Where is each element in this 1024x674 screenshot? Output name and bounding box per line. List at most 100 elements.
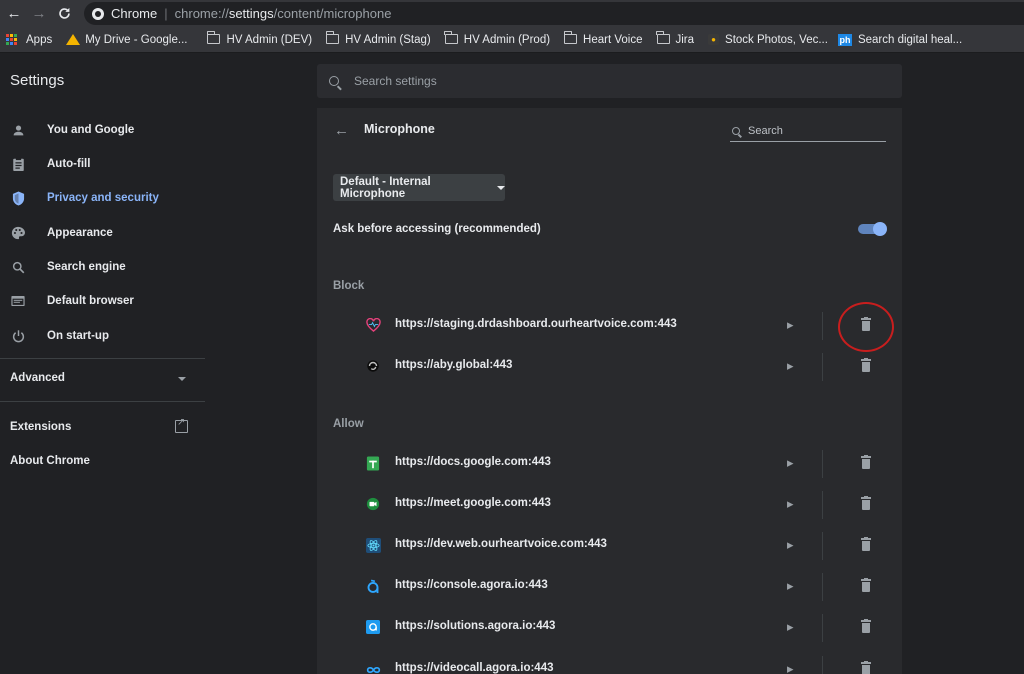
- chevron-right-icon[interactable]: ▸: [787, 317, 794, 333]
- forward-button[interactable]: →: [28, 3, 50, 25]
- bookmark-hv-admin-stag[interactable]: HV Admin (Stag): [325, 31, 431, 46]
- bookmark-apps[interactable]: Apps: [6, 33, 53, 46]
- settings-header: Settings: [0, 54, 1024, 108]
- bookmark-label: HV Admin (Prod): [463, 33, 551, 46]
- trash-icon[interactable]: [861, 618, 871, 633]
- sidebar-item-label: Auto-fill: [47, 158, 91, 170]
- folder-icon: [207, 31, 221, 45]
- site-url: https://videocall.agora.io:443: [395, 662, 554, 674]
- sidebar-item-privacy-security[interactable]: Privacy and security: [0, 183, 205, 213]
- chevron-right-icon[interactable]: ▸: [787, 619, 794, 635]
- right-gutter: [902, 108, 1024, 674]
- bookmark-hv-admin-dev[interactable]: HV Admin (DEV): [207, 31, 312, 46]
- row-separator: [822, 450, 823, 478]
- sidebar-advanced[interactable]: Advanced: [10, 372, 65, 384]
- chevron-right-icon[interactable]: ▸: [787, 661, 794, 674]
- row-separator: [822, 656, 823, 674]
- bookmark-label: Search digital heal...: [857, 33, 963, 46]
- sidebar-divider: [0, 401, 205, 402]
- chevron-right-icon[interactable]: ▸: [787, 358, 794, 374]
- site-search-input[interactable]: [748, 124, 878, 137]
- stock-icon: ●: [708, 34, 720, 45]
- omnibox-url-scheme: chrome://: [174, 6, 229, 21]
- bookmark-hv-admin-prod[interactable]: HV Admin (Prod): [444, 31, 551, 46]
- sidebar-item-appearance[interactable]: Appearance: [0, 218, 205, 248]
- trash-icon[interactable]: [861, 660, 871, 674]
- trash-icon[interactable]: [861, 577, 871, 592]
- site-row[interactable]: https://solutions.agora.io:443 ▸: [317, 608, 902, 648]
- sidebar-item-label: Appearance: [47, 227, 113, 239]
- meet-icon: [366, 497, 381, 512]
- bookmark-search-digital-health[interactable]: ph Search digital heal...: [837, 33, 963, 46]
- ask-before-accessing-toggle[interactable]: [858, 222, 887, 236]
- sidebar-item-label: Search engine: [47, 261, 126, 273]
- sidebar-item-auto-fill[interactable]: Auto-fill: [0, 149, 205, 179]
- omnibox[interactable]: Chrome | chrome://settings/content/micro…: [84, 2, 1024, 25]
- agora-icon: [366, 579, 381, 594]
- trash-icon[interactable]: [861, 454, 871, 469]
- folder-icon: [325, 31, 340, 45]
- reload-button[interactable]: [53, 3, 75, 25]
- bookmark-label: Heart Voice: [583, 33, 643, 46]
- trash-icon[interactable]: [861, 357, 871, 372]
- microphone-device-select[interactable]: Default - Internal Microphone: [333, 174, 505, 201]
- toggle-knob: [873, 222, 887, 236]
- chevron-right-icon[interactable]: ▸: [787, 537, 794, 553]
- site-row[interactable]: https://docs.google.com:443 ▸: [317, 444, 902, 484]
- search-settings-input[interactable]: [354, 74, 754, 88]
- bookmark-my-drive[interactable]: My Drive - Google...: [66, 34, 187, 46]
- site-row[interactable]: https://videocall.agora.io:443 ▸: [317, 650, 902, 674]
- sidebar-about-chrome[interactable]: About Chrome: [10, 455, 90, 467]
- row-separator: [822, 312, 823, 340]
- person-icon: [11, 123, 25, 137]
- bookmark-stock-photos[interactable]: ● Stock Photos, Vec...: [708, 34, 828, 46]
- sidebar-item-on-startup[interactable]: On start-up: [0, 321, 205, 351]
- search-icon: [329, 76, 339, 86]
- bookmark-label: Jira: [675, 33, 695, 46]
- annotation-circle: [838, 302, 894, 352]
- bookmark-label: Apps: [26, 33, 53, 46]
- search-settings-box[interactable]: [317, 64, 902, 98]
- sidebar-item-default-browser[interactable]: Default browser: [0, 286, 205, 316]
- settings-title: Settings: [10, 72, 65, 89]
- site-row[interactable]: https://staging.drdashboard.ourheartvoic…: [317, 306, 902, 346]
- microphone-device-value: Default - Internal Microphone: [340, 175, 431, 200]
- agora-solutions-icon: [366, 620, 381, 635]
- microphone-settings-card: ← Microphone Default - Internal Micropho…: [317, 108, 902, 674]
- bookmark-label: My Drive - Google...: [85, 33, 188, 46]
- drive-icon: [66, 34, 81, 45]
- site-search-box[interactable]: [730, 120, 886, 142]
- back-button[interactable]: ←: [3, 3, 25, 25]
- chevron-right-icon[interactable]: ▸: [787, 455, 794, 471]
- sidebar-item-you-and-google[interactable]: You and Google: [0, 115, 205, 145]
- search-icon: [11, 260, 25, 274]
- chevron-down-icon[interactable]: [178, 377, 186, 381]
- sidebar-extensions[interactable]: Extensions: [10, 421, 71, 433]
- site-row[interactable]: https://console.agora.io:443 ▸: [317, 567, 902, 607]
- trash-icon[interactable]: [861, 536, 871, 551]
- omnibox-url-host: settings: [228, 6, 274, 21]
- trash-icon[interactable]: [861, 495, 871, 510]
- react-icon: [366, 538, 381, 553]
- row-separator: [822, 532, 823, 560]
- bookmark-jira[interactable]: Jira: [656, 31, 695, 46]
- heart-icon: [366, 317, 381, 333]
- row-separator: [822, 491, 823, 519]
- sidebar-item-search-engine[interactable]: Search engine: [0, 252, 205, 282]
- site-row[interactable]: https://aby.global:443 ▸: [317, 347, 902, 387]
- open-in-new-icon[interactable]: [175, 417, 188, 433]
- row-separator: [822, 353, 823, 381]
- search-icon: [732, 126, 740, 135]
- bookmark-label: Stock Photos, Vec...: [725, 33, 828, 46]
- bookmarks-bar: Apps My Drive - Google... HV Admin (DEV)…: [0, 27, 1024, 53]
- back-arrow-icon[interactable]: ←: [334, 122, 349, 139]
- aby-icon: [366, 359, 381, 374]
- bookmark-heart-voice[interactable]: Heart Voice: [563, 31, 643, 46]
- chevron-right-icon[interactable]: ▸: [787, 496, 794, 512]
- sidebar-item-label: You and Google: [47, 124, 135, 136]
- chevron-right-icon[interactable]: ▸: [787, 578, 794, 594]
- site-row[interactable]: https://dev.web.ourheartvoice.com:443 ▸: [317, 526, 902, 566]
- browser-icon: [11, 294, 25, 308]
- site-row[interactable]: https://meet.google.com:443 ▸: [317, 485, 902, 525]
- folder-icon: [563, 31, 578, 45]
